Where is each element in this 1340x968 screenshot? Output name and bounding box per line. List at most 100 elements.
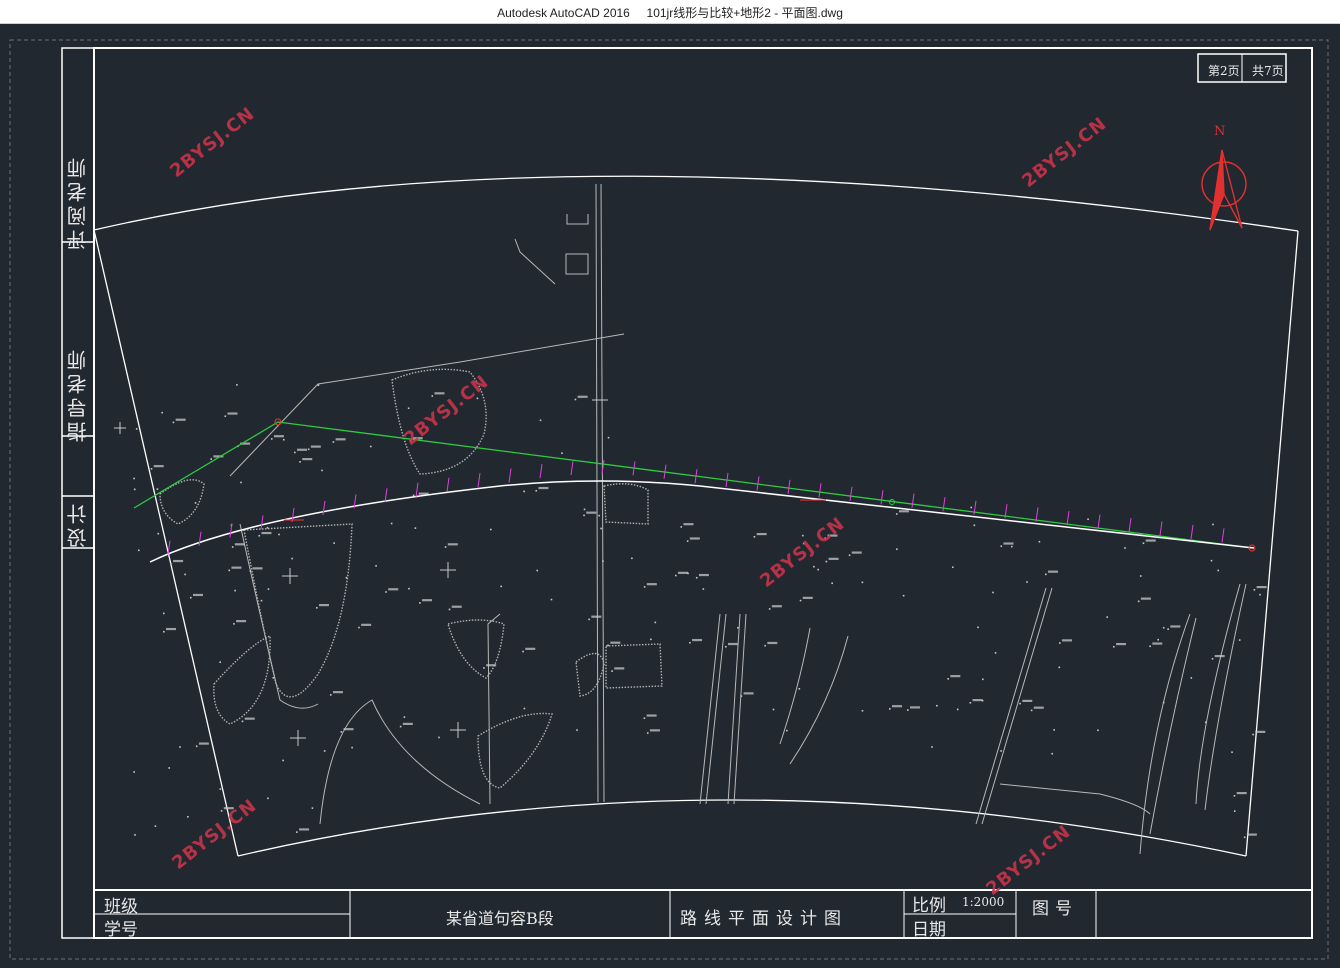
elevation-point [631,557,633,560]
elevation-point [1106,616,1109,618]
elevation-label [1047,570,1058,573]
elevation-point [323,750,326,752]
elevation-point [258,534,261,537]
elevation-label [689,537,700,540]
elevation-label [828,557,839,560]
elevation-point [210,458,212,460]
elevation-point [600,527,602,530]
elevation-point [385,591,387,593]
elevation-label [1246,833,1257,836]
elevation-point [438,736,440,739]
elevation-point [1044,573,1047,576]
north-label: N [1214,124,1226,139]
sheet-dashed-border [9,39,1329,960]
elevation-label [231,566,242,569]
elevation-point [1058,666,1061,669]
station-tick [880,490,884,505]
elevation-label [898,510,909,513]
elevation-label [1022,699,1033,702]
elevation-point [184,573,186,576]
elevation-label [422,599,433,602]
elevation-point [902,594,905,597]
elevation-point [1217,569,1220,572]
station-tick [1066,511,1070,526]
elevation-label [1256,586,1267,589]
elevation-point [1238,639,1241,641]
elevation-point [444,546,447,548]
elevation-point [412,494,415,497]
elevation-point [187,815,189,818]
station-tick [1221,528,1225,543]
elevation-point [329,694,332,696]
elevation-point [1212,523,1214,526]
elevation-label [649,729,660,732]
station-tick [818,483,822,498]
side-label-advisor: 指导老师 [66,346,90,442]
elevation-label [610,641,621,644]
elevation-point [1210,559,1213,562]
elevation-point [278,533,280,536]
elevation-point [419,602,421,604]
elevation-point [317,384,320,387]
station-tick [539,464,543,479]
scale-label: 比例 [912,896,946,916]
elevation-label [361,623,372,626]
terrain-features [229,183,1247,855]
elevation-point [135,428,138,430]
elevation-point [724,645,727,648]
elevation-point [1162,626,1165,629]
elevation-label [891,705,902,708]
elevation-label [756,532,767,536]
elevation-label [236,620,247,623]
elevation-point [272,677,275,679]
elevation-point [241,720,244,723]
elevation-label [1003,542,1014,545]
elevation-label [1061,639,1072,642]
elevation-point [686,540,689,542]
elevation-point [321,469,323,472]
elevation-point [414,527,417,529]
elevation-point [500,585,503,588]
class-label: 班级 [104,897,138,917]
elevation-point [154,825,157,827]
elevation-point [888,708,891,710]
station-tick [477,472,481,488]
elevation-point [1157,638,1160,641]
elevation-point [267,588,270,590]
elevation-point [1124,547,1126,549]
elevation-point [133,488,136,491]
elevation-point [315,607,318,609]
station-tick [446,477,450,492]
station-tick [787,479,791,494]
elevation-point [523,490,525,493]
elevation-point [266,526,269,529]
elevation-point [270,438,273,440]
elevation-point [956,708,959,711]
station-tick [508,468,512,483]
elevation-point [267,797,269,800]
survey-crosses [114,399,608,746]
elevation-point [799,599,802,602]
elevation-label [743,692,754,695]
elevation-point [539,419,542,422]
elevation-label [972,699,983,702]
elevation-label [302,458,313,461]
elevation-point [194,502,197,504]
elevation-point [813,565,815,568]
drawing-canvas[interactable]: 2BYSJ.CN 2BYSJ.CN 2BYSJ.CN 2BYSJ.CN 2BYS… [0,24,1340,968]
elevation-label [227,412,238,415]
elevation-label [1116,642,1127,646]
station-tick [1128,517,1132,533]
elevation-point [1019,702,1021,705]
elevation-point [1000,750,1002,752]
elevation-point [695,576,698,579]
elevation-label [335,438,346,441]
elevation-point [536,569,539,572]
drawing-svg [9,39,1329,960]
elevation-label [310,445,321,448]
elevation-label [1033,706,1044,709]
elevation-point [1252,733,1254,736]
elevation-point [654,621,657,624]
elevation-point [994,652,997,654]
elevation-point [561,452,563,455]
